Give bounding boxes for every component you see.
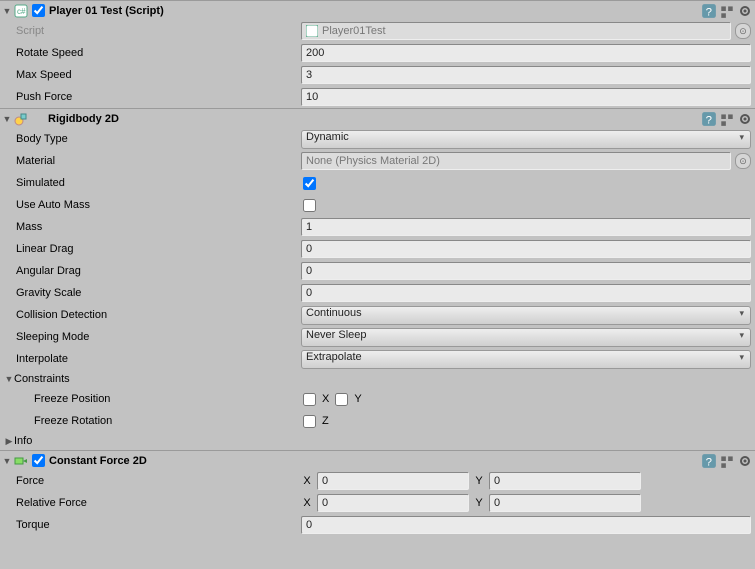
- field-label: Mass: [16, 221, 301, 233]
- foldout-icon[interactable]: ▼: [2, 114, 12, 124]
- constraints-label: Constraints: [14, 373, 70, 385]
- object-picker-icon[interactable]: ⊙: [735, 153, 751, 169]
- auto-mass-checkbox[interactable]: [303, 199, 316, 212]
- body-type-select[interactable]: Dynamic: [301, 130, 751, 149]
- help-icon[interactable]: ?: [701, 453, 717, 469]
- foldout-icon[interactable]: ▼: [4, 374, 14, 384]
- field-label: Relative Force: [16, 497, 301, 509]
- angular-drag-input[interactable]: [301, 262, 751, 280]
- interpolate-select[interactable]: Extrapolate: [301, 350, 751, 369]
- gravity-input[interactable]: [301, 284, 751, 302]
- svg-text:?: ?: [706, 456, 712, 468]
- field-label: Linear Drag: [16, 243, 301, 255]
- preset-icon[interactable]: [719, 111, 735, 127]
- field-label: Script: [16, 25, 301, 37]
- field-label: Sleeping Mode: [16, 331, 301, 343]
- axis-label: X: [322, 393, 329, 405]
- linear-drag-input[interactable]: [301, 240, 751, 258]
- preset-icon[interactable]: [719, 3, 735, 19]
- field-label: Force: [16, 475, 301, 487]
- foldout-icon[interactable]: ▼: [2, 6, 12, 16]
- enable-checkbox[interactable]: [32, 454, 45, 467]
- relforce-x-input[interactable]: [317, 494, 469, 512]
- max-speed-row: Max Speed: [0, 64, 755, 86]
- axis-label: Y: [354, 393, 361, 405]
- gear-icon[interactable]: [737, 453, 753, 469]
- gear-icon[interactable]: [737, 111, 753, 127]
- component-header[interactable]: ▼ c# Player 01 Test (Script) ?: [0, 1, 755, 20]
- axis-label: Z: [322, 415, 329, 427]
- force-x-input[interactable]: [317, 472, 469, 490]
- collision-select[interactable]: Continuous: [301, 306, 751, 325]
- component-header[interactable]: ▼ Rigidbody 2D ?: [0, 109, 755, 128]
- rigidbody2d-component: ▼ Rigidbody 2D ? Body TypeDynamic Materi…: [0, 108, 755, 450]
- field-label: Material: [16, 155, 301, 167]
- field-label: Collision Detection: [16, 309, 301, 321]
- constraints-foldout[interactable]: ▼Constraints: [0, 370, 755, 388]
- csharp-script-icon: c#: [14, 4, 28, 18]
- relforce-y-input[interactable]: [489, 494, 641, 512]
- field-label: Freeze Position: [34, 393, 301, 405]
- component-title: Rigidbody 2D: [48, 113, 119, 125]
- svg-text:c#: c#: [17, 7, 26, 16]
- component-header[interactable]: ▼ Constant Force 2D ?: [0, 451, 755, 470]
- freeze-x-checkbox[interactable]: [303, 393, 316, 406]
- field-label: Torque: [16, 519, 301, 531]
- object-picker-icon[interactable]: ⊙: [735, 23, 751, 39]
- rotate-speed-input[interactable]: [301, 44, 751, 62]
- simulated-checkbox[interactable]: [303, 177, 316, 190]
- gear-icon[interactable]: [737, 3, 753, 19]
- field-label: Body Type: [16, 133, 301, 145]
- axis-label: X: [301, 497, 313, 509]
- torque-input[interactable]: [301, 516, 751, 534]
- enable-checkbox[interactable]: [32, 4, 45, 17]
- info-label: Info: [14, 435, 32, 447]
- field-label: Angular Drag: [16, 265, 301, 277]
- rigidbody2d-icon: [14, 112, 28, 126]
- field-label: Simulated: [16, 177, 301, 189]
- freeze-z-checkbox[interactable]: [303, 415, 316, 428]
- foldout-icon[interactable]: ▼: [2, 456, 12, 466]
- component-title: Constant Force 2D: [49, 455, 147, 467]
- sleeping-select[interactable]: Never Sleep: [301, 328, 751, 347]
- help-icon[interactable]: ?: [701, 111, 717, 127]
- component-title: Player 01 Test (Script): [49, 5, 164, 17]
- csharp-script-icon: [306, 25, 318, 37]
- force-y-input[interactable]: [489, 472, 641, 490]
- field-label: Freeze Rotation: [34, 415, 301, 427]
- help-icon[interactable]: ?: [701, 3, 717, 19]
- axis-label: Y: [473, 475, 485, 487]
- script-object-field[interactable]: Player01Test: [301, 22, 731, 40]
- constant-force-icon: [14, 454, 28, 468]
- field-label: Interpolate: [16, 353, 301, 365]
- rotate-speed-row: Rotate Speed: [0, 42, 755, 64]
- field-label: Gravity Scale: [16, 287, 301, 299]
- script-field-row: Script Player01Test ⊙: [0, 20, 755, 42]
- field-label: Max Speed: [16, 69, 301, 81]
- field-label: Rotate Speed: [16, 47, 301, 59]
- constant-force-2d-component: ▼ Constant Force 2D ? ForceX Y Relative F…: [0, 450, 755, 536]
- info-foldout[interactable]: ▶Info: [0, 432, 755, 450]
- svg-text:?: ?: [706, 6, 712, 18]
- max-speed-input[interactable]: [301, 66, 751, 84]
- script-component: ▼ c# Player 01 Test (Script) ? Script Pl…: [0, 0, 755, 108]
- freeze-y-checkbox[interactable]: [335, 393, 348, 406]
- preset-icon[interactable]: [719, 453, 735, 469]
- field-label: Push Force: [16, 91, 301, 103]
- material-field[interactable]: None (Physics Material 2D): [301, 152, 731, 170]
- script-name: Player01Test: [322, 25, 386, 37]
- field-label: Use Auto Mass: [16, 199, 301, 211]
- push-force-input[interactable]: [301, 88, 751, 106]
- axis-label: X: [301, 475, 313, 487]
- foldout-icon[interactable]: ▶: [4, 436, 14, 446]
- mass-input[interactable]: [301, 218, 751, 236]
- svg-text:?: ?: [706, 114, 712, 126]
- axis-label: Y: [473, 497, 485, 509]
- push-force-row: Push Force: [0, 86, 755, 108]
